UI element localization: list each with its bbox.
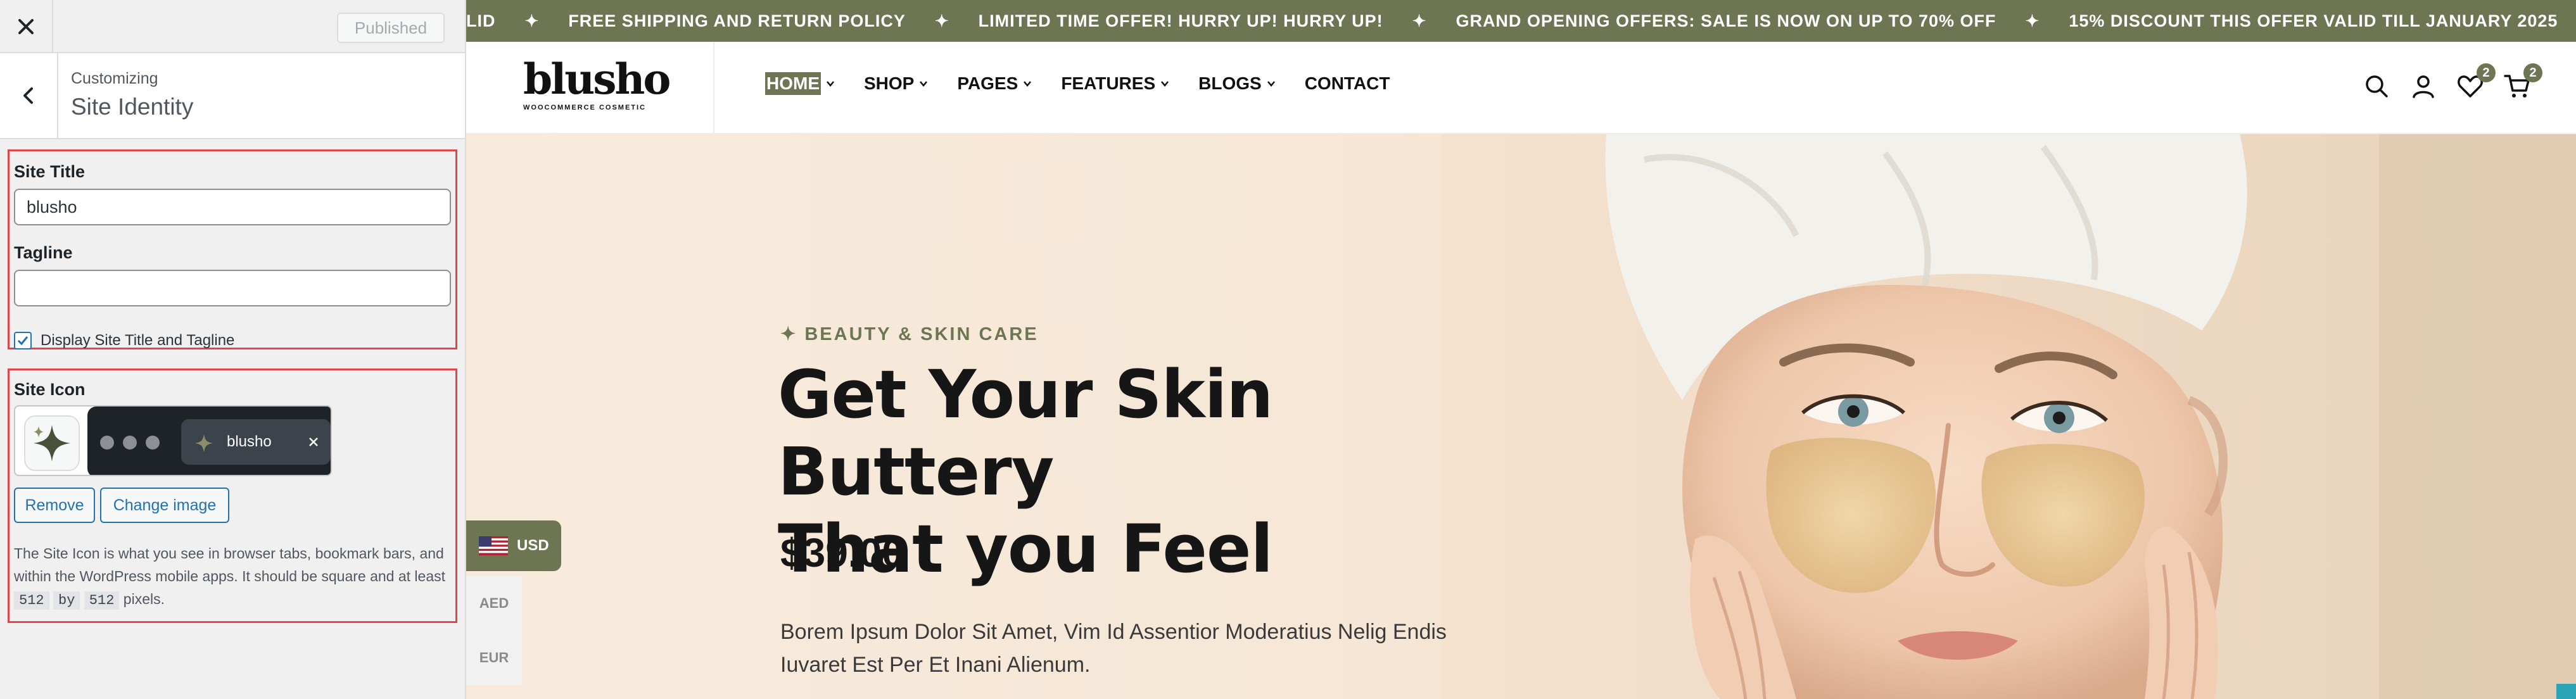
site-icon-label: Site Icon bbox=[14, 380, 86, 399]
hero-banner: USD AED EUR ✦ BEAUTY & SKIN CARE Get You… bbox=[466, 134, 2576, 699]
currency-active[interactable]: USD bbox=[466, 520, 561, 571]
wishlist-count-badge: 2 bbox=[2477, 63, 2496, 82]
nav-item-contact[interactable]: CONTACT bbox=[1305, 73, 1390, 94]
tagline-label: Tagline bbox=[14, 243, 73, 262]
currency-option-eur[interactable]: EUR bbox=[466, 631, 522, 685]
chevron-down-icon bbox=[1024, 81, 1032, 87]
site-header: blusho WOOCOMMERCE COSMETIC HOME SHOP PAGE… bbox=[466, 42, 2576, 134]
hero-price: $39.00 bbox=[780, 530, 904, 576]
size-code: 512 bbox=[14, 591, 49, 610]
browser-tab: blusho bbox=[181, 419, 331, 465]
cart-button[interactable]: 2 bbox=[2501, 63, 2542, 103]
hero-eyebrow: ✦ BEAUTY & SKIN CARE bbox=[780, 324, 1039, 344]
nav-item-label: CONTACT bbox=[1304, 73, 1390, 93]
site-title-input[interactable] bbox=[14, 189, 451, 225]
search-button[interactable] bbox=[2360, 70, 2393, 103]
us-flag-icon bbox=[479, 536, 508, 555]
customizer-sidebar: Published Customizing Site Identity Site… bbox=[0, 0, 466, 699]
nav-item-blogs[interactable]: BLOGS bbox=[1198, 73, 1276, 94]
ticker-separator-icon: ✦ bbox=[1412, 11, 1427, 30]
size-code: by bbox=[53, 591, 80, 610]
nav-item-label: BLOGS bbox=[1198, 73, 1262, 93]
description-text: pixels. bbox=[123, 591, 165, 607]
cart-count-badge: 2 bbox=[2523, 63, 2542, 82]
size-code: 512 bbox=[84, 591, 120, 610]
site-logo[interactable]: blusho WOOCOMMERCE COSMETIC bbox=[523, 54, 671, 111]
section-title: Site Identity bbox=[71, 94, 194, 120]
ticker-item: LIMITED TIME OFFER! HURRY UP! HURRY UP! bbox=[978, 11, 1383, 30]
window-dot bbox=[123, 436, 137, 450]
window-dot bbox=[100, 436, 114, 450]
close-customizer-button[interactable] bbox=[0, 0, 53, 53]
nav-item-label: SHOP bbox=[864, 73, 915, 93]
ticker-separator-icon: ✦ bbox=[934, 11, 949, 30]
back-button[interactable] bbox=[0, 53, 58, 138]
nav-item-label: FEATURES bbox=[1061, 73, 1156, 93]
favicon-icon bbox=[195, 434, 213, 452]
window-dot bbox=[146, 436, 160, 450]
description-line: Iuvaret Est Per Et Inani Alienum. bbox=[780, 653, 1091, 677]
chevron-down-icon bbox=[1161, 81, 1169, 87]
sparkle-icon bbox=[34, 425, 70, 462]
section-header: Customizing Site Identity bbox=[0, 53, 465, 139]
hero-description: Borem Ipsum Dolor Sit Amet, Vim Id Assen… bbox=[780, 615, 1464, 681]
site-icon-preview: blusho bbox=[14, 405, 332, 476]
nav-item-features[interactable]: FEATURES bbox=[1061, 73, 1169, 94]
description-text: The Site Icon is what you see in browser… bbox=[14, 545, 446, 584]
close-icon bbox=[18, 19, 34, 34]
nav-item-label: HOME bbox=[765, 72, 821, 95]
search-icon bbox=[2366, 75, 2388, 98]
published-button[interactable]: Published bbox=[337, 13, 445, 43]
wishlist-button[interactable]: 2 bbox=[2454, 63, 2496, 103]
tagline-input[interactable] bbox=[14, 270, 451, 306]
ticker-separator-icon: ✦ bbox=[2025, 11, 2040, 30]
nav-item-label: PAGES bbox=[957, 73, 1018, 93]
checkmark-icon bbox=[17, 336, 29, 346]
ticker-item: 15% DISCOUNT THIS OFFER VALID TILL JANUA… bbox=[2069, 11, 2558, 30]
tab-title: blusho bbox=[227, 433, 272, 450]
announcement-ticker: LID ✦ FREE SHIPPING AND RETURN POLICY ✦ LIMI… bbox=[466, 0, 2576, 42]
chevron-down-icon bbox=[827, 81, 834, 87]
display-title-row: Display Site Title and Tagline bbox=[14, 332, 234, 350]
hero-model-photo bbox=[1442, 134, 2576, 699]
tab-close-icon bbox=[304, 431, 323, 453]
logo-tagline: WOOCOMMERCE COSMETIC bbox=[523, 104, 646, 111]
main-nav: HOME SHOP PAGES FEATURES BLOGS CONTACT bbox=[765, 72, 1390, 95]
currency-active-label: USD bbox=[517, 537, 549, 554]
breadcrumb: Customizing bbox=[71, 70, 158, 87]
account-button[interactable] bbox=[2407, 70, 2440, 103]
ticker-item: LID bbox=[466, 11, 496, 30]
nav-item-pages[interactable]: PAGES bbox=[957, 73, 1032, 94]
ticker-track: LID ✦ FREE SHIPPING AND RETURN POLICY ✦ LIMI… bbox=[466, 0, 2576, 42]
headline-line: Get Your Skin Buttery bbox=[778, 356, 1273, 510]
chevron-left-icon bbox=[23, 87, 33, 104]
nav-item-home[interactable]: HOME bbox=[765, 72, 835, 95]
site-icon-description: The Site Icon is what you see in browser… bbox=[14, 542, 451, 612]
browser-tab-preview: blusho bbox=[87, 406, 331, 475]
customizer-top-bar: Published bbox=[0, 0, 465, 53]
user-icon bbox=[2413, 75, 2434, 98]
nav-item-shop[interactable]: SHOP bbox=[864, 73, 928, 94]
description-line: Borem Ipsum Dolor Sit Amet, Vim Id Assen… bbox=[780, 620, 1447, 644]
logo-wordmark: blusho bbox=[523, 54, 671, 104]
ticker-item: FREE SHIPPING AND RETURN POLICY bbox=[568, 11, 906, 30]
chevron-down-icon bbox=[1267, 81, 1275, 87]
change-image-button[interactable]: Change image bbox=[100, 488, 229, 523]
currency-option-aed[interactable]: AED bbox=[466, 576, 522, 631]
chevron-down-icon bbox=[920, 81, 928, 87]
ticker-separator-icon: ✦ bbox=[524, 11, 540, 30]
site-preview: LID ✦ FREE SHIPPING AND RETURN POLICY ✦ LIMI… bbox=[466, 0, 2576, 699]
ticker-item: GRAND OPENING OFFERS: SALE IS NOW ON UP … bbox=[1456, 11, 1996, 30]
logo-cell: blusho WOOCOMMERCE COSMETIC bbox=[466, 42, 714, 134]
site-title-label: Site Title bbox=[14, 162, 86, 181]
display-title-label: Display Site Title and Tagline bbox=[41, 332, 235, 349]
remove-icon-button[interactable]: Remove bbox=[14, 488, 95, 523]
app-icon-preview bbox=[24, 415, 80, 471]
display-title-checkbox[interactable] bbox=[14, 332, 32, 350]
